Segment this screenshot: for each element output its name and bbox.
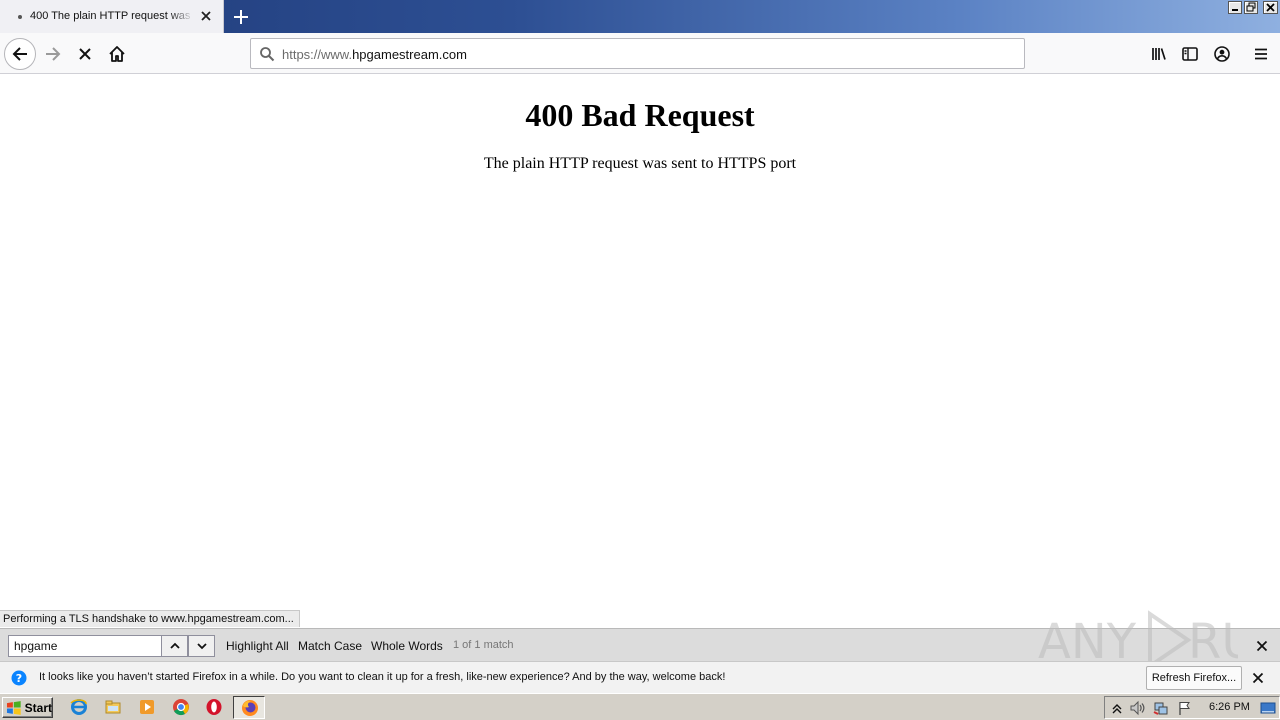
back-button[interactable] [4,38,36,70]
sidebar-icon [1182,47,1198,61]
explorer-icon[interactable] [104,698,122,716]
url-scheme: https://www. [282,47,353,62]
account-icon [1214,46,1230,62]
search-icon [259,46,275,62]
account-button[interactable] [1207,39,1237,69]
svg-text:?: ? [16,672,22,685]
navigation-toolbar: https://www.hpgamestream.com [0,33,1280,74]
taskbar-firefox-button[interactable] [233,696,265,719]
restore-window-icon[interactable] [1244,1,1258,14]
start-button[interactable]: Start [2,697,53,718]
page-content: 400 Bad Request The plain HTTP request w… [0,75,1280,610]
tab-active[interactable]: 400 The plain HTTP request was sent to H… [0,0,224,33]
tab-strip: 400 The plain HTTP request was sent to H… [0,0,1280,33]
ie-icon[interactable] [70,698,88,716]
find-previous-button[interactable] [161,635,188,657]
system-tray: 6:26 PM [1104,696,1280,719]
taskbar-clock[interactable]: 6:26 PM [1209,701,1250,713]
url-text[interactable]: https://www.hpgamestream.com [282,47,467,62]
find-match-count: 1 of 1 match [453,639,514,651]
stop-loading-button[interactable] [70,39,100,69]
page-body-text: The plain HTTP request was sent to HTTPS… [483,155,797,172]
chevron-down-icon [196,643,207,650]
whole-words-toggle[interactable]: Whole Words [371,639,443,653]
tab-close-icon[interactable] [198,8,214,24]
chrome-icon[interactable] [172,698,190,716]
notification-message: It looks like you haven’t started Firefo… [39,671,726,683]
highlight-all-toggle[interactable]: Highlight All [226,639,289,653]
url-host: hpgamestream.com [352,47,467,62]
close-window-icon[interactable] [1263,1,1278,14]
page-heading: 400 Bad Request [525,97,755,133]
match-case-toggle[interactable]: Match Case [298,639,362,653]
taskbar: Start 6:26 PM [0,693,1280,720]
status-panel: Performing a TLS handshake to www.hpgame… [0,610,300,627]
minimize-window-icon[interactable] [1228,1,1242,14]
find-next-button[interactable] [188,635,215,657]
url-bar[interactable]: https://www.hpgamestream.com [250,38,1025,69]
media-player-icon[interactable] [138,698,156,716]
opera-icon[interactable] [205,698,223,716]
start-label: Start [24,700,52,715]
notification-close-icon[interactable] [1250,670,1266,686]
chevron-up-icon [169,642,180,649]
forward-button[interactable] [38,39,68,69]
home-icon [109,46,125,62]
library-icon [1152,48,1166,60]
library-button[interactable] [1144,39,1174,69]
volume-icon[interactable] [1129,700,1145,716]
refresh-firefox-button[interactable]: Refresh Firefox... [1146,666,1242,690]
loading-indicator-icon [18,15,22,19]
notification-bar: ? It looks like you haven’t started Fire… [0,661,1280,693]
forward-arrow-icon [46,47,61,61]
action-center-flag-icon[interactable] [1177,700,1193,716]
windows-logo-icon [6,700,21,715]
network-icon[interactable] [1153,700,1169,716]
tab-title: 400 The plain HTTP request was sent to H… [30,10,194,22]
find-close-icon[interactable] [1254,638,1270,654]
firefox-icon [241,699,259,717]
home-button[interactable] [102,39,132,69]
hamburger-menu-button[interactable] [1246,39,1276,69]
menu-icon [1255,48,1267,60]
stop-icon [79,48,91,60]
show-hidden-icons-icon[interactable] [1109,700,1125,716]
find-input[interactable] [8,635,162,657]
back-arrow-icon [12,47,27,61]
new-tab-icon[interactable] [230,6,252,28]
show-desktop-icon[interactable] [1260,700,1276,716]
sidebar-button[interactable] [1175,39,1205,69]
question-info-icon: ? [11,670,27,686]
